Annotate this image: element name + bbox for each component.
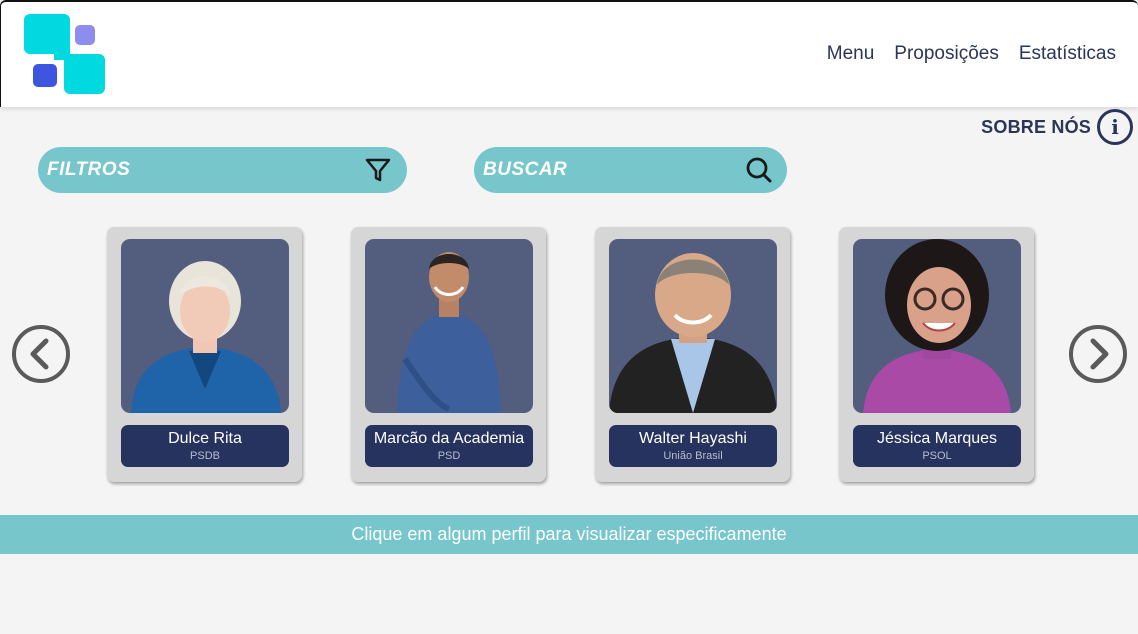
profile-card-marcao-da-academia[interactable]: Marcão da Academia PSD xyxy=(351,227,546,482)
profile-card-jessica-marques[interactable]: Jéssica Marques PSOL xyxy=(839,227,1034,482)
carousel-next-button[interactable] xyxy=(1068,324,1128,384)
search-label: BUSCAR xyxy=(483,159,568,180)
nav-proposicoes[interactable]: Proposições xyxy=(894,43,999,65)
filters-button[interactable]: FILTROS xyxy=(38,147,407,193)
nav-estatisticas[interactable]: Estatísticas xyxy=(1019,43,1116,65)
nameplate: Marcão da Academia PSD xyxy=(365,425,533,467)
profile-photo xyxy=(121,239,289,413)
profile-card-walter-hayashi[interactable]: Walter Hayashi União Brasil xyxy=(595,227,790,482)
nameplate: Walter Hayashi União Brasil xyxy=(609,425,777,467)
profile-party: PSD xyxy=(437,450,461,462)
chevron-left-icon xyxy=(12,325,70,383)
logo-block-violet xyxy=(75,25,95,45)
logo-block-connector xyxy=(54,44,70,60)
profile-name: Marcão da Academia xyxy=(373,430,525,447)
profile-name: Dulce Rita xyxy=(168,430,242,447)
profile-party: PSDB xyxy=(190,450,220,462)
main-nav: Menu Proposições Estatísticas xyxy=(827,43,1116,65)
top-header: Menu Proposições Estatísticas xyxy=(0,0,1138,107)
profile-name: Jéssica Marques xyxy=(876,430,998,447)
hint-banner: Clique em algum perfil para visualizar e… xyxy=(0,515,1138,554)
app-logo[interactable] xyxy=(24,14,106,96)
profile-party: PSOL xyxy=(922,450,952,462)
chevron-right-icon xyxy=(1069,325,1127,383)
logo-block-cyan-bottom xyxy=(64,54,105,94)
logo-block-blue xyxy=(33,64,57,87)
profile-name: Walter Hayashi xyxy=(639,430,747,447)
info-icon: i xyxy=(1097,109,1133,145)
hint-text: Clique em algum perfil para visualizar e… xyxy=(351,524,787,544)
about-us-link[interactable]: SOBRE NÓS i xyxy=(981,109,1133,145)
nav-menu[interactable]: Menu xyxy=(827,43,875,65)
profile-party: União Brasil xyxy=(663,450,723,462)
nameplate: Jéssica Marques PSOL xyxy=(853,425,1021,467)
filter-icon xyxy=(363,155,393,185)
profile-card-dulce-rita[interactable]: Dulce Rita PSDB xyxy=(107,227,302,482)
search-bar[interactable]: BUSCAR xyxy=(474,147,787,193)
profile-photo xyxy=(609,239,777,413)
profile-photo xyxy=(853,239,1021,413)
nameplate: Dulce Rita PSDB xyxy=(121,425,289,467)
search-icon[interactable] xyxy=(745,156,773,184)
carousel-prev-button[interactable] xyxy=(11,324,71,384)
about-us-label: SOBRE NÓS xyxy=(981,116,1091,137)
filters-label: FILTROS xyxy=(47,159,131,180)
profile-photo xyxy=(365,239,533,413)
